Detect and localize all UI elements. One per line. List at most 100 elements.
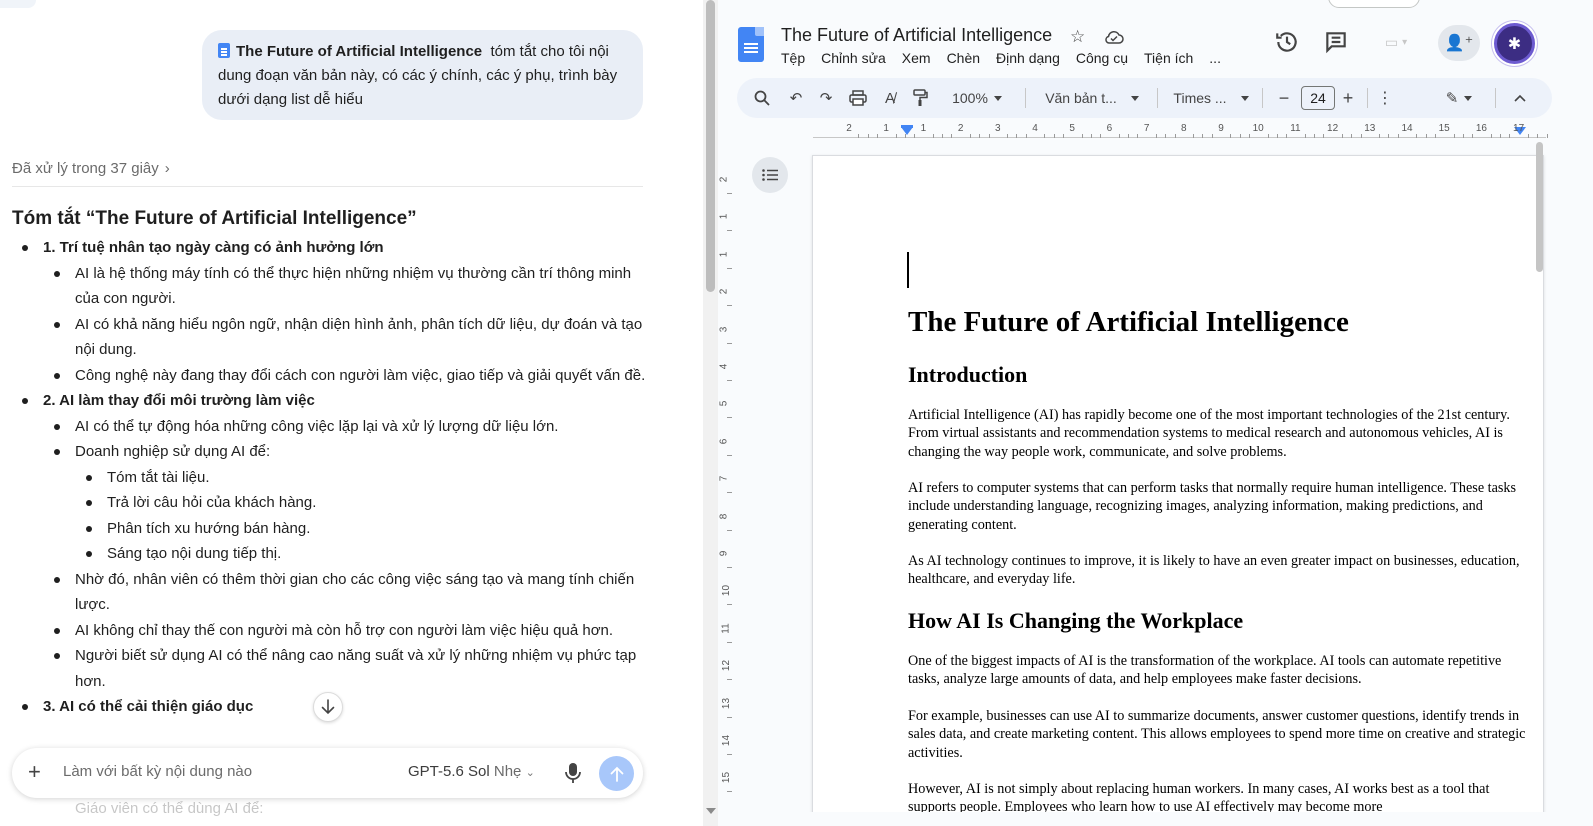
summary-bullet: Trả lời câu hỏi của khách hàng. xyxy=(12,490,652,516)
chat-scrollbar-thumb[interactable] xyxy=(706,0,715,292)
editing-mode-select[interactable]: ✎ xyxy=(1437,78,1481,118)
thinking-toggle[interactable]: Đã xử lý trong 37 giây › xyxy=(12,160,170,177)
scroll-arrow-down-icon[interactable] xyxy=(706,808,716,814)
vruler-label: 3 xyxy=(718,326,730,332)
menu-item[interactable]: Chỉnh sửa xyxy=(821,50,886,66)
vruler-tick xyxy=(727,716,732,718)
more-options-icon[interactable]: ⋮ xyxy=(1375,78,1395,118)
paint-format-icon[interactable] xyxy=(907,78,933,118)
vruler-label: 4 xyxy=(718,363,730,370)
ruler-tick xyxy=(1044,134,1046,138)
toolbar-divider xyxy=(1367,88,1368,108)
add-attachment-button[interactable]: + xyxy=(28,759,41,785)
toolbar-divider xyxy=(1262,88,1263,108)
version-history-icon[interactable] xyxy=(1274,29,1300,55)
vruler-tick xyxy=(727,230,732,232)
menu-item[interactable]: ... xyxy=(1209,50,1221,66)
left-indent-marker[interactable] xyxy=(901,125,913,135)
vruler-label: 1 xyxy=(718,214,730,220)
vruler-tick xyxy=(727,305,732,307)
google-docs-window: The Future of Artificial Intelligence ☆ … xyxy=(718,0,1593,826)
document-title[interactable]: The Future of Artificial Intelligence xyxy=(781,25,1052,46)
ruler-label: 1 xyxy=(920,123,927,134)
model-selector[interactable]: GPT-5.6 Sol Nhẹ ⌄ xyxy=(408,763,535,780)
vruler-label: 10 xyxy=(721,585,733,597)
composer-input[interactable]: Làm với bất kỳ nội dung nào xyxy=(63,763,252,780)
undo-icon[interactable]: ↶ xyxy=(783,78,809,118)
redo-icon[interactable]: ↷ xyxy=(813,78,839,118)
vruler-tick xyxy=(727,567,732,568)
user-message-bubble: The Future of Artificial Intelligence tó… xyxy=(202,30,643,120)
chevron-down-icon: ⌄ xyxy=(525,767,535,779)
send-button[interactable] xyxy=(599,756,634,791)
share-button[interactable]: 👤⁺ xyxy=(1438,25,1480,61)
menu-item[interactable]: Xem xyxy=(902,50,931,66)
docs-logo-icon[interactable] xyxy=(738,27,764,62)
add-person-icon: 👤⁺ xyxy=(1444,35,1474,52)
vruler-label: 8 xyxy=(718,513,730,519)
menu-item[interactable]: Tiện ích xyxy=(1144,50,1193,66)
summary-bullet: Nhờ đó, nhân viên có thêm thời gian cho … xyxy=(12,567,652,618)
avatar[interactable] xyxy=(1494,23,1535,64)
ruler-label: 8 xyxy=(1181,123,1187,134)
doc-heading-introduction: Introduction xyxy=(908,362,1028,387)
meet-icon[interactable]: ▭ ▾ xyxy=(1376,29,1416,55)
ruler-tick xyxy=(1500,134,1501,138)
summary-section-heading: 2. AI làm thay đổi môi trường làm việc xyxy=(12,388,652,414)
ruler-tick xyxy=(1230,134,1232,138)
print-icon[interactable] xyxy=(845,78,871,118)
vertical-ruler[interactable]: 2 1 1 2 3 4 5 6 7 8 9 10 11 12 13 14 15 xyxy=(718,142,736,812)
top-cut-button[interactable] xyxy=(1328,0,1420,8)
vruler-tick xyxy=(727,454,732,456)
chat-scrollbar[interactable] xyxy=(703,0,718,826)
paragraph-style-select[interactable]: Văn bản t... xyxy=(1037,78,1147,118)
menu-item[interactable]: Công cụ xyxy=(1076,50,1128,66)
vruler-tick xyxy=(727,380,732,381)
ruler-tick xyxy=(1007,134,1009,138)
microphone-icon[interactable] xyxy=(563,761,583,785)
menu-item[interactable]: Chèn xyxy=(947,50,980,66)
decrease-font-size-button[interactable]: − xyxy=(1273,78,1295,118)
ruler-tick xyxy=(1128,134,1129,138)
vruler-tick xyxy=(727,417,732,419)
scroll-down-button[interactable] xyxy=(313,692,343,722)
vruler-label: 7 xyxy=(718,475,730,482)
docs-scrollbar-thumb[interactable] xyxy=(1536,142,1543,272)
star-icon[interactable]: ☆ xyxy=(1070,27,1085,47)
attached-doc-chip[interactable]: The Future of Artificial Intelligence xyxy=(236,43,482,60)
model-effort: Nhẹ xyxy=(493,763,522,780)
menu-item[interactable]: Tệp xyxy=(781,50,805,66)
font-size-input[interactable]: 24 xyxy=(1301,86,1335,110)
horizontal-ruler[interactable]: 2 1 1 2 3 4 5 6 7 8 9 10 11 12 13 14 15 16 17 xyxy=(813,122,1548,142)
summary-bullet: Công nghệ này đang thay đổi cách con ngư… xyxy=(12,363,652,389)
menu-item[interactable]: Định dạng xyxy=(996,50,1060,66)
doc-paragraph: As AI technology continues to improve, i… xyxy=(908,553,1520,588)
ruler-tick xyxy=(1323,134,1325,138)
arrow-up-icon xyxy=(610,766,623,782)
vruler-tick xyxy=(727,791,732,793)
ruler-tick xyxy=(904,134,906,138)
zoom-select[interactable]: 100% xyxy=(942,78,1012,118)
font-select[interactable]: Times ... xyxy=(1167,78,1255,118)
document-page[interactable]: The Future of Artificial Intelligence In… xyxy=(812,155,1544,826)
ruler-tick xyxy=(1472,134,1474,138)
ruler-label: 15 xyxy=(1438,123,1450,134)
list-icon xyxy=(762,169,778,181)
ruler-tick xyxy=(1341,134,1343,138)
spellcheck-icon[interactable]: A̸ xyxy=(877,78,903,118)
summary-bullet: AI có khả năng hiểu ngôn ngữ, nhận diện … xyxy=(12,312,652,363)
search-menus-icon[interactable] xyxy=(749,78,775,118)
chevron-down-icon xyxy=(1240,95,1249,101)
comment-icon[interactable] xyxy=(1323,29,1349,55)
hide-menus-button[interactable] xyxy=(1509,78,1531,118)
increase-font-size-button[interactable]: + xyxy=(1337,78,1359,118)
ruler-label: 13 xyxy=(1364,123,1376,134)
ruler-tick xyxy=(1397,134,1399,138)
ruler-tick xyxy=(1081,134,1083,138)
document-outline-button[interactable] xyxy=(752,157,788,193)
docs-scrollbar[interactable] xyxy=(1533,142,1545,812)
ruler-label: 10 xyxy=(1252,123,1264,134)
cloud-saved-icon[interactable] xyxy=(1104,29,1124,45)
ruler-label: 14 xyxy=(1401,123,1413,134)
paragraph-style-value: Văn bản t... xyxy=(1045,90,1117,106)
